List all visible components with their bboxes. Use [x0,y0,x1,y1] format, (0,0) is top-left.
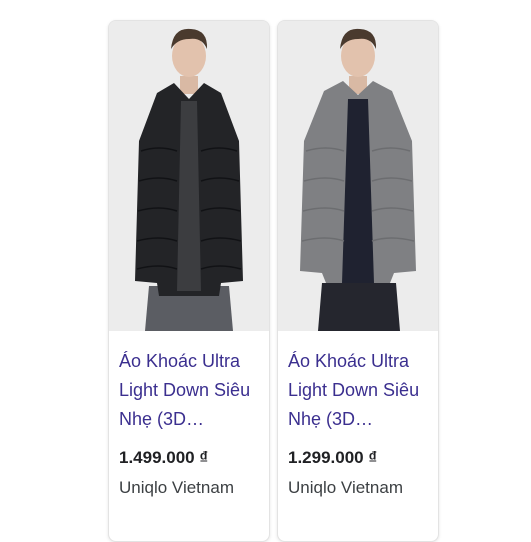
product-image[interactable] [109,21,269,331]
product-title[interactable]: Áo Khoác Ultra Light Down Siêu Nhẹ (3D… [119,347,264,434]
jacket-photo-gray-icon [278,21,438,331]
product-title[interactable]: Áo Khoác Ultra Light Down Siêu Nhẹ (3D… [288,347,433,434]
product-price: 1.299.000 ₫ [288,448,378,467]
product-image[interactable] [278,21,438,331]
product-card[interactable]: Áo Khoác Ultra Light Down Siêu Nhẹ (3D… … [277,20,439,542]
product-seller: Uniqlo Vietnam [288,478,403,497]
jacket-photo-black-icon [109,21,269,331]
product-card[interactable]: Áo Khoác Ultra Light Down Siêu Nhẹ (3D… … [108,20,270,542]
product-seller: Uniqlo Vietnam [119,478,234,497]
product-price: 1.499.000 ₫ [119,448,209,467]
